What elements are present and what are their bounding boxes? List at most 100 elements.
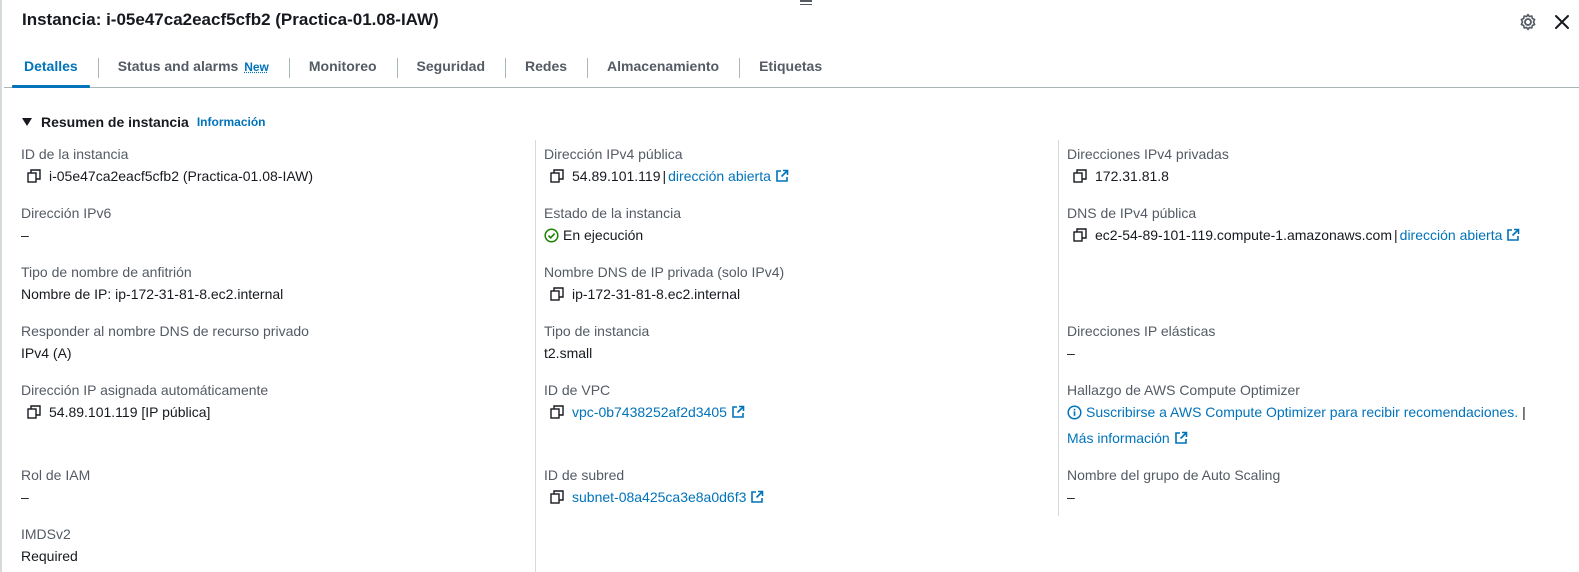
imds-value: Required (21, 548, 78, 564)
section-title: Resumen de instancia (41, 114, 189, 130)
copy-icon[interactable] (27, 405, 41, 419)
field-label: Dirección IPv6 (21, 205, 112, 221)
instance-details-panel: Instancia: i-05e47ca2eacf5cfb2 (Practica… (0, 0, 1579, 572)
copy-icon[interactable] (550, 287, 564, 301)
close-icon[interactable] (1552, 12, 1572, 32)
external-link-icon[interactable] (775, 169, 789, 183)
column-divider (535, 140, 536, 572)
field-compute-optimizer: Hallazgo de AWS Compute Optimizer Suscri… (1067, 379, 1528, 449)
external-link-icon[interactable] (1174, 431, 1188, 445)
tab-label: Detalles (24, 58, 78, 74)
public-dns-value: ec2-54-89-101-119.compute-1.amazonaws.co… (1095, 227, 1393, 243)
field-auto-scaling-group: Nombre del grupo de Auto Scaling – (1067, 464, 1280, 508)
field-label: ID de la instancia (21, 146, 129, 162)
tab-almacenamiento[interactable]: Almacenamiento (587, 50, 739, 87)
field-subnet: ID de subred subnet-08a425ca3e8a0d6f3 (544, 464, 764, 508)
copy-icon[interactable] (1073, 228, 1087, 242)
field-public-dns: DNS de IPv4 pública ec2-54-89-101-119.co… (1067, 202, 1520, 246)
external-link-icon[interactable] (731, 405, 745, 419)
tab-etiquetas[interactable]: Etiquetas (739, 50, 842, 87)
field-label: Estado de la instancia (544, 205, 681, 221)
external-link-icon[interactable] (1506, 228, 1520, 242)
field-private-ipv4: Direcciones IPv4 privadas 172.31.81.8 (1067, 143, 1229, 187)
tab-label: Monitoreo (308, 58, 377, 74)
field-imds: IMDSv2 Required (21, 523, 78, 567)
field-label: Direcciones IP elásticas (1067, 323, 1216, 339)
iam-role-value: – (21, 489, 29, 505)
tab-detalles[interactable]: Detalles (4, 50, 98, 88)
compute-optimizer-subscribe-link[interactable]: Suscribirse a AWS Compute Optimizer para… (1086, 401, 1518, 423)
hostname-type-value: Nombre de IP: ip-172-31-81-8.ec2.interna… (21, 286, 284, 302)
field-label: Direcciones IPv4 privadas (1067, 146, 1229, 162)
field-public-ipv4: Dirección IPv4 pública 54.89.101.119 | d… (544, 143, 789, 187)
tab-status-alarms[interactable]: Status and alarms New (97, 50, 289, 87)
field-label: Nombre del grupo de Auto Scaling (1067, 467, 1281, 483)
elastic-ip-value: – (1067, 345, 1075, 361)
subnet-id-link[interactable]: subnet-08a425ca3e8a0d6f3 (572, 486, 746, 508)
more-info-link[interactable]: Más información (1067, 427, 1170, 449)
info-link[interactable]: Información (197, 115, 266, 129)
resource-dns-value: IPv4 (A) (21, 345, 72, 361)
field-label: Nombre DNS de IP privada (solo IPv4) (544, 264, 785, 280)
separator: | (1394, 227, 1398, 243)
external-link-icon[interactable] (750, 490, 764, 504)
page-title: Instancia: i-05e47ca2eacf5cfb2 (Practica… (22, 10, 1519, 34)
vpc-id-link[interactable]: vpc-0b7438252af2d3405 (572, 401, 727, 423)
instance-type-value: t2.small (544, 345, 593, 361)
field-label: Tipo de nombre de anfitrión (21, 264, 192, 280)
field-hostname-type: Tipo de nombre de anfitrión Nombre de IP… (21, 261, 283, 305)
field-instance-state: Estado de la instancia En ejecución (544, 202, 681, 246)
auto-scaling-group-value: – (1067, 489, 1075, 505)
copy-icon[interactable] (550, 405, 564, 419)
instance-title: Instancia: i-05e47ca2eacf5cfb2 (Practica… (22, 10, 439, 29)
tab-label: Almacenamiento (607, 58, 720, 74)
section-toggle[interactable]: Resumen de instancia Información (22, 112, 266, 132)
auto-ip-value: 54.89.101.119 [IP pública] (49, 404, 211, 420)
separator: | (1522, 404, 1526, 420)
instance-state-value: En ejecución (563, 227, 644, 243)
field-label: Hallazgo de AWS Compute Optimizer (1067, 382, 1300, 398)
tab-label: Status and alarms (117, 58, 239, 74)
copy-icon[interactable] (550, 169, 564, 183)
field-label: ID de subred (544, 467, 625, 483)
field-elastic-ip: Direcciones IP elásticas – (1067, 320, 1215, 364)
field-instance-type: Tipo de instancia t2.small (544, 320, 649, 364)
gear-icon[interactable] (1518, 12, 1538, 32)
separator: | (662, 168, 667, 184)
new-badge: New (244, 60, 269, 74)
field-label: DNS de IPv4 pública (1067, 205, 1197, 221)
field-auto-ip: Dirección IP asignada automáticamente 54… (21, 379, 268, 423)
tab-label: Seguridad (416, 58, 486, 74)
open-address-link[interactable]: dirección abierta (668, 165, 771, 187)
tab-label: Redes (525, 58, 568, 74)
field-iam-role: Rol de IAM – (21, 464, 90, 508)
ipv6-value: – (21, 227, 29, 243)
tab-label: Etiquetas (759, 58, 823, 74)
public-ipv4-value: 54.89.101.119 (572, 168, 661, 184)
field-ipv6: Dirección IPv6 – (21, 202, 111, 246)
field-label: Responder al nombre DNS de recurso priva… (21, 323, 309, 339)
open-address-link[interactable]: dirección abierta (1400, 224, 1503, 246)
field-label: ID de VPC (544, 382, 611, 398)
tab-seguridad[interactable]: Seguridad (396, 50, 505, 87)
resize-handle[interactable] (800, 0, 812, 8)
field-label: Tipo de instancia (544, 323, 650, 339)
private-ipv4-value: 172.31.81.8 (1095, 168, 1169, 184)
tab-monitoreo[interactable]: Monitoreo (288, 50, 397, 87)
field-label: IMDSv2 (21, 526, 71, 542)
copy-icon[interactable] (27, 169, 41, 183)
copy-icon[interactable] (1073, 169, 1087, 183)
instance-id-value: i-05e47ca2eacf5cfb2 (Practica-01.08-IAW) (49, 168, 314, 184)
field-instance-id: ID de la instancia i-05e47ca2eacf5cfb2 (… (21, 143, 313, 187)
field-vpc: ID de VPC vpc-0b7438252af2d3405 (544, 379, 745, 423)
field-resource-dns: Responder al nombre DNS de recurso priva… (21, 320, 309, 364)
copy-icon[interactable] (550, 490, 564, 504)
field-label: Dirección IP asignada automáticamente (21, 382, 269, 398)
tab-redes[interactable]: Redes (505, 50, 587, 87)
field-label: Dirección IPv4 pública (544, 146, 683, 162)
caret-down-icon (22, 118, 32, 126)
tab-bar: Detalles Status and alarms New Monitoreo… (4, 50, 1579, 88)
check-circle-icon (544, 227, 559, 243)
field-label: Rol de IAM (21, 467, 91, 483)
info-circle-icon (1067, 404, 1082, 420)
